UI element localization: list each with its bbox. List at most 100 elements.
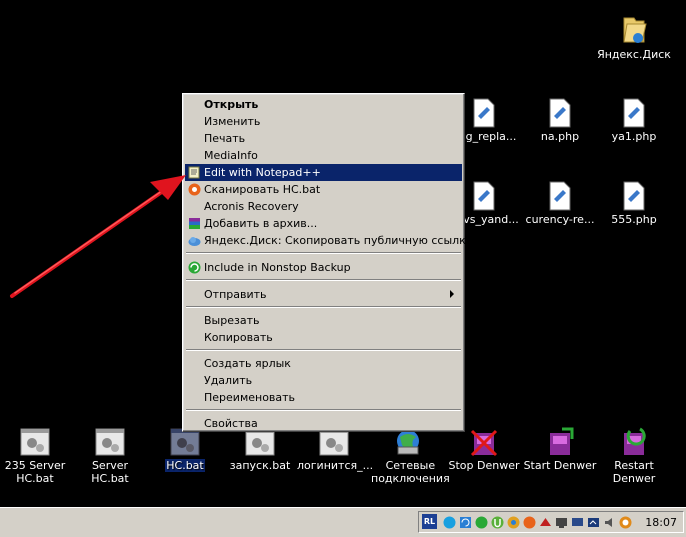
menu-item-properties[interactable]: Свойства — [185, 415, 462, 432]
menu-separator — [186, 349, 461, 351]
language-indicator[interactable]: RL — [422, 514, 437, 529]
chrome-icon[interactable] — [507, 516, 520, 529]
notepadpp-icon — [188, 166, 200, 179]
desktop-icon-label: Server HC.bat — [91, 459, 129, 485]
context-menu: Открыть Изменить Печать MediaInfo Edit w… — [182, 93, 472, 432]
desktop-icon-server-hc[interactable]: Server HC.bat — [72, 427, 148, 485]
denwer-stop-icon — [470, 429, 498, 457]
desktop-icon-555-php[interactable]: 555.php — [596, 181, 672, 226]
menu-separator — [186, 306, 461, 308]
menu-item-acronis[interactable]: Acronis Recovery — [185, 198, 462, 215]
cloud-icon — [188, 237, 201, 246]
php-file-icon — [473, 98, 495, 128]
menu-item-open[interactable]: Открыть — [185, 96, 462, 113]
skype-icon[interactable] — [443, 516, 456, 529]
menu-item-label: Acronis Recovery — [204, 200, 299, 213]
php-file-icon — [549, 98, 571, 128]
connection-icon[interactable] — [587, 516, 600, 529]
desktop-icon-label: Stop Denwer — [448, 459, 520, 472]
desktop-icon-label: Start Denwer — [523, 459, 597, 472]
php-file-icon — [549, 181, 571, 211]
desktop-icon-ya1-php[interactable]: ya1.php — [596, 98, 672, 143]
desktop-icon-hc-bat[interactable]: HC.bat — [147, 427, 223, 472]
desktop-icon-na-php[interactable]: na.php — [522, 98, 598, 143]
taskbar: RL 18:07 — [0, 507, 686, 537]
desktop-icon-start-denwer[interactable]: Start Denwer — [522, 427, 598, 472]
submenu-arrow-icon — [450, 290, 454, 298]
menu-item-label: Edit with Notepad++ — [204, 166, 321, 179]
menu-item-label: Вырезать — [204, 314, 260, 327]
menu-item-label: Удалить — [204, 374, 253, 387]
menu-item-scan[interactable]: Сканировать HC.bat — [185, 181, 462, 198]
desktop-icon-label: vs_yand... — [463, 213, 519, 226]
menu-item-cut[interactable]: Вырезать — [185, 312, 462, 329]
update-icon[interactable] — [619, 516, 632, 529]
php-file-icon — [473, 181, 495, 211]
display-icon[interactable] — [571, 516, 584, 529]
menu-item-copy[interactable]: Копировать — [185, 329, 462, 346]
winrar-icon — [189, 218, 200, 229]
php-file-icon — [623, 98, 645, 128]
desktop-icon-label: HC.bat — [165, 459, 205, 472]
menu-item-delete[interactable]: Удалить — [185, 372, 462, 389]
menu-item-label: Свойства — [204, 417, 258, 430]
desktop-icon-label: Сетевые подключения — [371, 459, 450, 485]
menu-item-nonstop-backup[interactable]: Include in Nonstop Backup — [185, 259, 462, 276]
torrent-icon[interactable] — [491, 516, 504, 529]
menu-item-rename[interactable]: Переименовать — [185, 389, 462, 406]
menu-item-edit-with-notepadpp[interactable]: Edit with Notepad++ — [185, 164, 462, 181]
desktop-icon-label: na.php — [540, 130, 580, 143]
menu-item-print[interactable]: Печать — [185, 130, 462, 147]
menu-item-yandex-copy-link[interactable]: Яндекс.Диск: Скопировать публичную ссылк… — [185, 232, 472, 249]
menu-item-label: Печать — [204, 132, 246, 145]
menu-item-label: Открыть — [204, 98, 259, 111]
desktop-icon-label: 235 Server HC.bat — [4, 459, 66, 485]
menu-item-edit[interactable]: Изменить — [185, 113, 462, 130]
refresh-icon[interactable] — [459, 516, 472, 529]
desktop-icon-yandex-disk[interactable]: Яндекс.Диск — [596, 12, 672, 61]
menu-item-label: MediaInfo — [204, 149, 258, 162]
desktop-icon-label: 555.php — [611, 213, 657, 226]
desktop-icon-235-server[interactable]: 235 Server HC.bat — [0, 427, 73, 485]
desktop-icon-label: логинится_... — [297, 459, 374, 472]
desktop-icon-stop-denwer[interactable]: Stop Denwer — [446, 427, 522, 472]
desktop-icon-label: curency-re... — [525, 213, 595, 226]
system-tray: RL 18:07 — [418, 511, 684, 533]
menu-separator — [186, 252, 461, 254]
menu-item-label: Отправить — [204, 288, 267, 301]
php-file-icon — [623, 181, 645, 211]
desktop-icon-label: g_repla... — [465, 130, 517, 143]
menu-item-label: Переименовать — [204, 391, 296, 404]
backup-icon — [188, 261, 201, 274]
desktop-icon-label: ya1.php — [611, 130, 657, 143]
menu-item-label: Include in Nonstop Backup — [204, 261, 351, 274]
desktop-icon-curency-re[interactable]: curency-re... — [522, 181, 598, 226]
desktop-icon-network[interactable]: Сетевые подключения — [370, 427, 450, 485]
desktop-icon-restart-denwer[interactable]: Restart Denwer — [596, 427, 672, 485]
denwer-start-icon — [550, 427, 574, 455]
menu-item-label: Добавить в архив... — [204, 217, 318, 230]
shield-icon[interactable] — [523, 516, 536, 529]
desktop-icon-loginitsya[interactable]: логинится_... — [296, 427, 374, 472]
clock[interactable]: 18:07 — [645, 516, 677, 529]
menu-item-label: Создать ярлык — [204, 357, 291, 370]
menu-item-send-to[interactable]: Отправить — [185, 286, 462, 303]
monitor-icon[interactable] — [555, 516, 568, 529]
bat-file-icon — [20, 428, 50, 456]
menu-item-mediainfo[interactable]: MediaInfo — [185, 147, 462, 164]
menu-item-create-shortcut[interactable]: Создать ярлык — [185, 355, 462, 372]
backup-tray-icon[interactable] — [475, 516, 488, 529]
menu-item-label: Изменить — [204, 115, 261, 128]
desktop-icon-label: запуск.bat — [229, 459, 291, 472]
network-tray-icon[interactable] — [539, 516, 552, 529]
menu-item-label: Яндекс.Диск: Скопировать публичную ссылк… — [204, 234, 473, 247]
speaker-icon[interactable] — [603, 516, 616, 529]
desktop-icon-label: Яндекс.Диск — [597, 48, 671, 61]
bat-file-icon — [95, 428, 125, 456]
desktop-icon-label: Restart Denwer — [612, 459, 656, 485]
menu-item-add-to-archive[interactable]: Добавить в архив... — [185, 215, 462, 232]
menu-item-label: Копировать — [204, 331, 273, 344]
menu-item-label: Сканировать HC.bat — [204, 183, 321, 196]
desktop-icon-zapusk[interactable]: запуск.bat — [222, 427, 298, 472]
folder-icon — [623, 17, 647, 43]
